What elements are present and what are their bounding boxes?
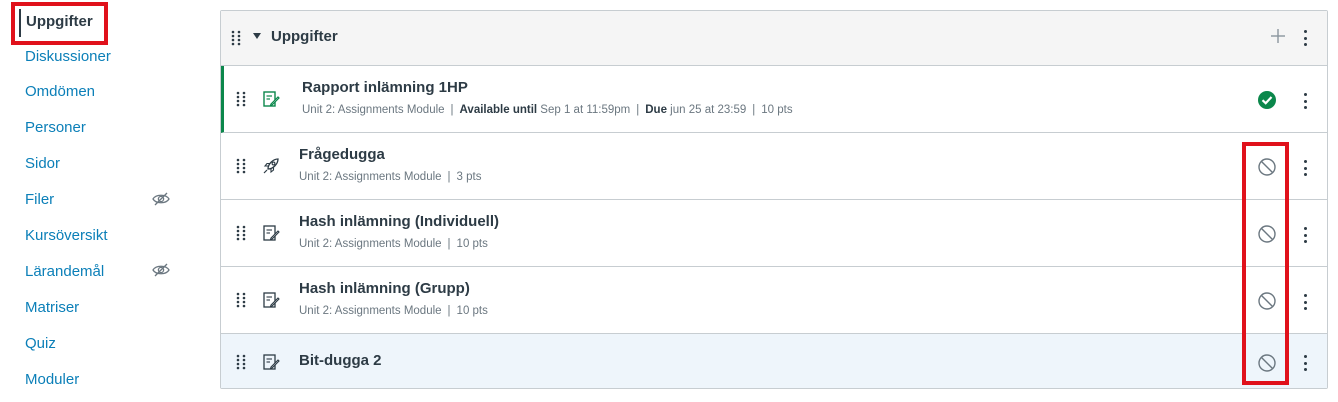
module-name: Unit 2: Assignments Module [299, 171, 442, 183]
kebab-menu-icon[interactable] [1303, 355, 1307, 371]
assignment-icon [263, 292, 280, 308]
caret-down-icon[interactable] [253, 33, 261, 39]
assignment-icon [263, 225, 280, 241]
quiz-rocket-icon [263, 158, 279, 174]
kebab-menu-icon[interactable] [1303, 294, 1307, 310]
assignment-title-link[interactable]: Frågedugga [299, 146, 385, 163]
assignment-row[interactable]: Hash inlämning (Individuell) Unit 2: Ass… [221, 200, 1327, 267]
assignment-row[interactable]: Rapport inlämning 1HP Unit 2: Assignment… [221, 66, 1327, 133]
eye-slash-icon [152, 263, 170, 277]
drag-handle-icon[interactable] [236, 158, 246, 174]
assignment-row[interactable]: Hash inlämning (Grupp) Unit 2: Assignmen… [221, 267, 1327, 334]
available-label: Available until [459, 104, 538, 116]
kebab-menu-icon[interactable] [1303, 227, 1307, 243]
assignment-title-link[interactable]: Rapport inlämning 1HP [302, 79, 468, 96]
module-name: Unit 2: Assignments Module [302, 104, 445, 116]
assignment-row[interactable]: Bit-dugga 2 [221, 334, 1327, 388]
annotation-box-nav [11, 2, 108, 45]
assignment-meta: Unit 2: Assignments Module | 10 pts [299, 305, 488, 317]
available-date: Sep 1 at 11:59pm [540, 104, 631, 116]
due-date: jun 25 at 23:59 [670, 104, 747, 116]
nav-item-larandemal[interactable]: Lärandemål [25, 259, 104, 283]
nav-item-sidor[interactable]: Sidor [25, 151, 60, 175]
assignment-group-panel: Uppgifter Rapport inlämning 1HP Unit 2: … [220, 10, 1328, 389]
points-value: 10 pts [456, 238, 488, 250]
eye-slash-icon [152, 192, 170, 206]
annotation-box-status [1242, 142, 1289, 385]
assignment-group-header[interactable]: Uppgifter [221, 11, 1327, 66]
assignment-meta: Unit 2: Assignments Module | 10 pts [299, 238, 488, 250]
due-label: Due [645, 104, 667, 116]
course-navigation: Uppgifter Diskussioner Omdömen Personer … [0, 0, 200, 402]
assignment-title-link[interactable]: Bit-dugga 2 [299, 352, 382, 369]
nav-item-filer[interactable]: Filer [25, 187, 54, 211]
assignment-icon [263, 91, 280, 107]
kebab-menu-icon[interactable] [1303, 30, 1307, 46]
nav-item-moduler[interactable]: Moduler [25, 367, 79, 391]
drag-handle-icon[interactable] [236, 292, 246, 308]
nav-item-quiz[interactable]: Quiz [25, 331, 56, 355]
points-value: 10 pts [761, 104, 793, 116]
kebab-menu-icon[interactable] [1303, 160, 1307, 176]
drag-handle-icon[interactable] [236, 354, 246, 370]
module-name: Unit 2: Assignments Module [299, 238, 442, 250]
drag-handle-icon[interactable] [231, 30, 241, 46]
assignment-group-title: Uppgifter [271, 28, 338, 45]
assignment-title-link[interactable]: Hash inlämning (Individuell) [299, 213, 499, 230]
check-circle-icon[interactable] [1257, 90, 1277, 110]
assignment-meta: Unit 2: Assignments Module | 3 pts [299, 171, 482, 183]
points-value: 3 pts [456, 171, 482, 183]
drag-handle-icon[interactable] [236, 225, 246, 241]
nav-item-diskussioner[interactable]: Diskussioner [25, 44, 111, 68]
drag-handle-icon[interactable] [236, 91, 246, 107]
assignment-meta: Unit 2: Assignments Module | Available unt… [302, 104, 793, 116]
module-name: Unit 2: Assignments Module [299, 305, 442, 317]
assignment-row[interactable]: Frågedugga Unit 2: Assignments Module | 3 … [221, 133, 1327, 200]
nav-item-matriser[interactable]: Matriser [25, 295, 79, 319]
nav-item-kursoversikt[interactable]: Kursöversikt [25, 223, 108, 247]
plus-icon[interactable] [1270, 28, 1286, 44]
assignment-title-link[interactable]: Hash inlämning (Grupp) [299, 280, 470, 297]
nav-item-omdomen[interactable]: Omdömen [25, 79, 95, 103]
points-value: 10 pts [456, 305, 488, 317]
kebab-menu-icon[interactable] [1303, 93, 1307, 109]
assignment-icon [263, 354, 280, 370]
nav-item-personer[interactable]: Personer [25, 115, 86, 139]
